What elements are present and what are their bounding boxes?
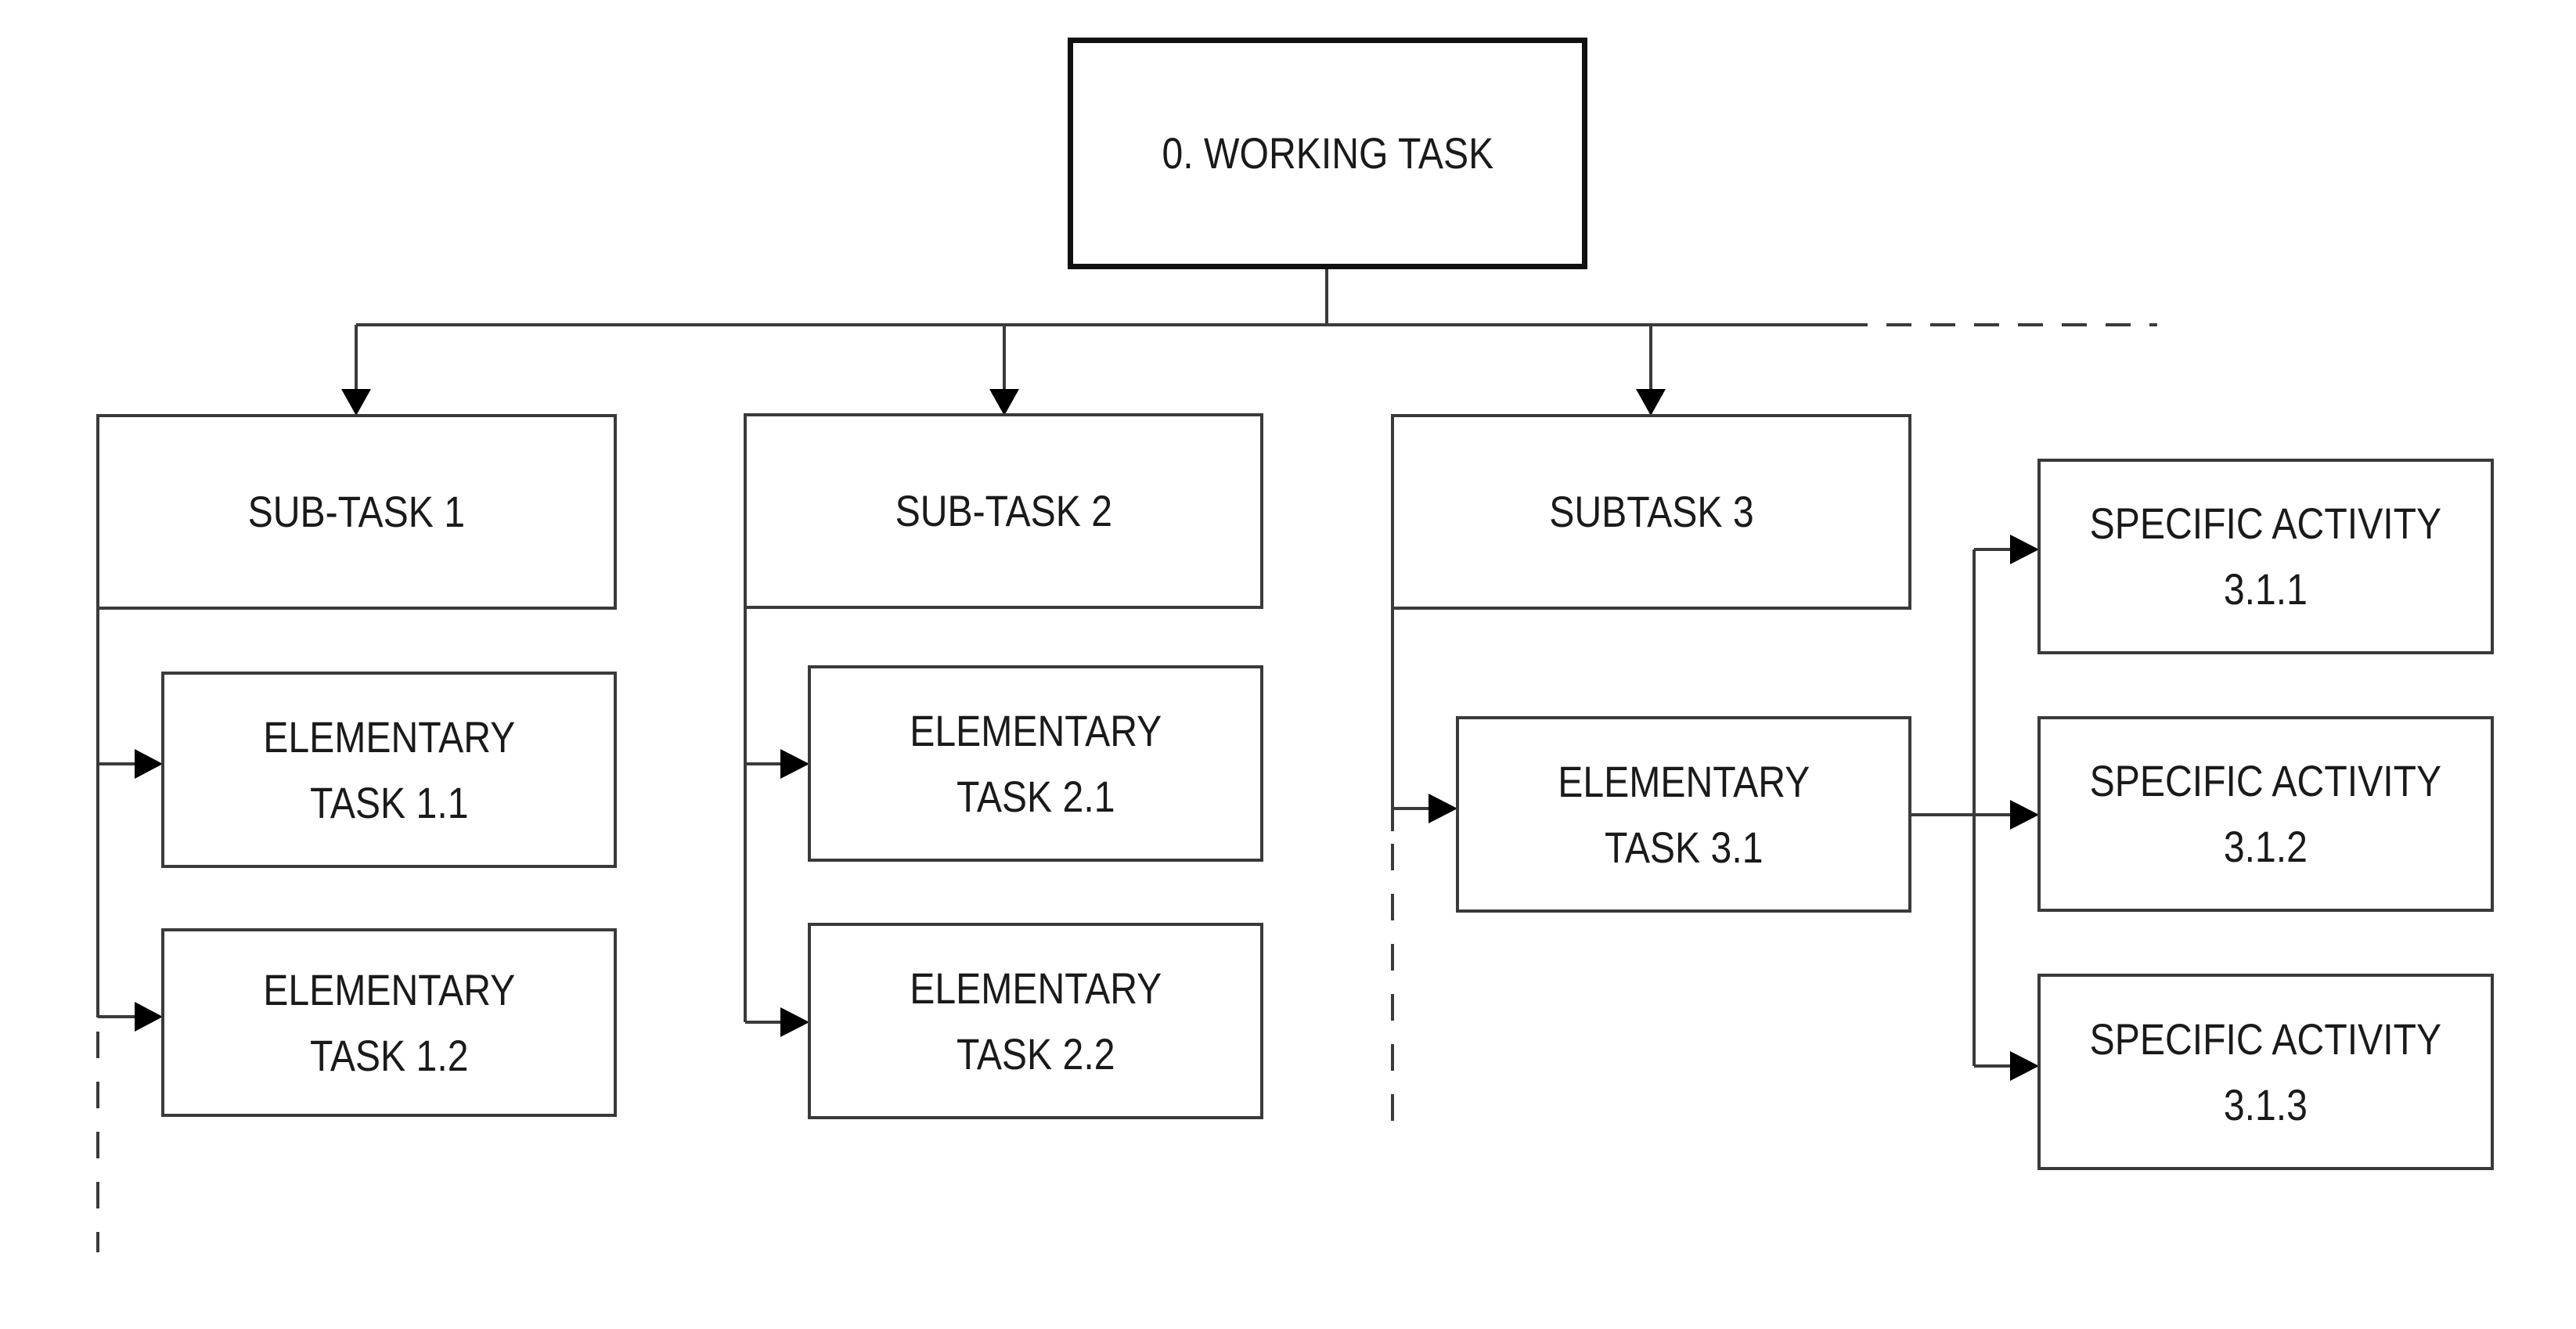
node-label: ELEMENTARY TASK 3.1 (1558, 749, 1810, 881)
node-label: ELEMENTARY TASK 2.1 (910, 698, 1162, 830)
arrowhead-sa311 (2010, 535, 2039, 564)
arrowhead-subtask-1 (341, 389, 371, 416)
node-label: SPECIFIC ACTIVITY 3.1.1 (2090, 491, 2442, 622)
node-label: SUB-TASK 2 (895, 478, 1111, 544)
arrowhead-subtask-3 (1636, 389, 1666, 416)
node-elementary-task-3-1[interactable]: ELEMENTARY TASK 3.1 (1456, 716, 1911, 913)
label-line: SPECIFIC ACTIVITY (2089, 756, 2442, 805)
arrowhead-sa312 (2010, 800, 2039, 830)
label-line: 3.1.1 (2223, 564, 2308, 614)
node-label: ELEMENTARY TASK 1.2 (263, 957, 515, 1089)
label-line: 3.1.3 (2223, 1079, 2308, 1129)
label-line: 0. WORKING TASK (1162, 128, 1493, 178)
arrowhead-e12 (135, 1002, 163, 1032)
label-line: SUB-TASK 1 (247, 487, 466, 536)
node-elementary-task-1-1[interactable]: ELEMENTARY TASK 1.1 (161, 672, 617, 868)
node-subtask-1[interactable]: SUB-TASK 1 (96, 414, 617, 610)
node-label: ELEMENTARY TASK 1.1 (263, 704, 515, 836)
node-elementary-task-1-2[interactable]: ELEMENTARY TASK 1.2 (161, 928, 617, 1117)
node-label: SPECIFIC ACTIVITY 3.1.3 (2090, 1007, 2442, 1138)
label-line: ELEMENTARY (909, 963, 1162, 1013)
node-subtask-3[interactable]: SUBTASK 3 (1391, 414, 1911, 610)
label-line: TASK 2.1 (956, 771, 1115, 821)
label-line: TASK 1.1 (309, 777, 469, 827)
label-line: 3.1.2 (2223, 822, 2308, 871)
arrowhead-e11 (135, 749, 163, 779)
node-specific-activity-3-1-3[interactable]: SPECIFIC ACTIVITY 3.1.3 (2037, 974, 2494, 1170)
label-line: ELEMENTARY (1557, 756, 1810, 806)
label-line: ELEMENTARY (909, 705, 1162, 755)
label-line: ELEMENTARY (262, 711, 516, 762)
node-specific-activity-3-1-2[interactable]: SPECIFIC ACTIVITY 3.1.2 (2037, 716, 2494, 912)
label-line: SPECIFIC ACTIVITY (2089, 499, 2442, 548)
node-label: ELEMENTARY TASK 2.2 (910, 956, 1162, 1087)
node-elementary-task-2-1[interactable]: ELEMENTARY TASK 2.1 (808, 665, 1263, 862)
node-label: SUB-TASK 1 (248, 479, 465, 545)
label-line: TASK 3.1 (1604, 822, 1764, 872)
task-hierarchy-diagram: 0. WORKING TASK SUB-TASK 1 SUB-TASK 2 SU… (0, 0, 2576, 1329)
arrowhead-e21 (780, 749, 809, 779)
node-label: SPECIFIC ACTIVITY 3.1.2 (2090, 748, 2442, 880)
label-line: SPECIFIC ACTIVITY (2089, 1014, 2442, 1064)
node-subtask-2[interactable]: SUB-TASK 2 (744, 413, 1263, 609)
node-label: 0. WORKING TASK (1162, 121, 1493, 186)
node-working-task[interactable]: 0. WORKING TASK (1068, 38, 1587, 269)
label-line: TASK 2.2 (956, 1028, 1115, 1079)
label-line: TASK 1.2 (309, 1030, 469, 1080)
label-line: ELEMENTARY (262, 964, 516, 1014)
node-specific-activity-3-1-1[interactable]: SPECIFIC ACTIVITY 3.1.1 (2037, 459, 2494, 654)
arrowhead-e22 (780, 1007, 809, 1037)
arrowhead-subtask-2 (989, 389, 1019, 416)
arrowhead-sa313 (2010, 1051, 2039, 1081)
node-label: SUBTASK 3 (1549, 479, 1753, 545)
label-line: SUBTASK 3 (1548, 487, 1754, 536)
arrowhead-e31 (1429, 794, 1457, 823)
node-elementary-task-2-2[interactable]: ELEMENTARY TASK 2.2 (808, 923, 1263, 1119)
label-line: SUB-TASK 2 (895, 486, 1112, 535)
